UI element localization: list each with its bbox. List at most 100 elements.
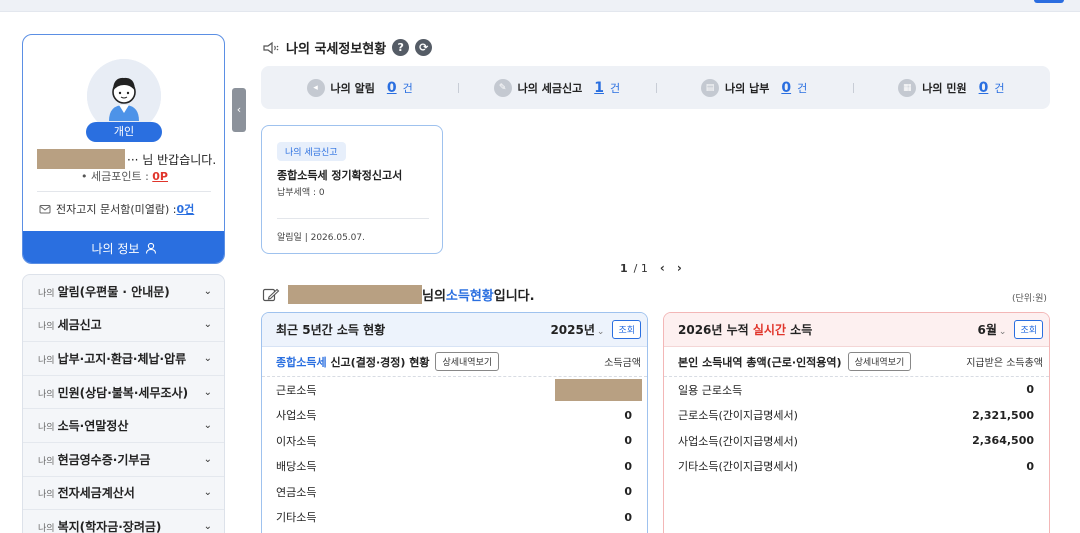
title-pre: 2026년 누적 [678, 323, 753, 337]
row-value: 0 [624, 485, 632, 499]
row-label: 기타소득 [276, 511, 317, 525]
page-total: / 1 [633, 261, 648, 275]
menu-item-income[interactable]: 나의 소득·연말정산 ⌄ [23, 409, 224, 443]
notice-card[interactable]: 나의 세금신고 종합소득세 정기확정신고서 납부세액 : 0 알림일 | 202… [261, 125, 443, 254]
query-button[interactable]: 조회 [1014, 320, 1043, 339]
tax-points: • 세금포인트 : 0P [23, 168, 224, 184]
panel-title: 최근 5년간 소득 현황 [276, 323, 386, 337]
year-select[interactable]: 2025년 ⌄ [550, 321, 604, 338]
top-strip [0, 0, 1080, 12]
row-value: 0 [1026, 459, 1034, 473]
notice-amount: 납부세액 : 0 [277, 188, 325, 198]
redacted-name [288, 285, 422, 304]
month-select[interactable]: 6월 ⌄ [978, 321, 1007, 338]
income-row: 배당소득 0 [262, 454, 647, 480]
points-label: • 세금포인트 : [80, 170, 153, 183]
chevron-down-icon: ⌄ [998, 327, 1007, 337]
sub-title-text: 본인 소득내역 총액(근로·인적용역) [678, 355, 842, 369]
points-value[interactable]: 0P [152, 170, 168, 183]
five-year-income-panel: 최근 5년간 소득 현황 2025년 ⌄ 조회 종합소득세 신고(결정·경정) 현… [261, 312, 648, 533]
income-row: 연금소득 0 [262, 479, 647, 505]
status-label: 나의 알림 [330, 81, 375, 95]
panel-header: 2026년 누적 실시간 소득 6월 ⌄ 조회 [664, 313, 1049, 347]
mail-icon [39, 205, 51, 214]
realtime-income-panel: 2026년 누적 실시간 소득 6월 ⌄ 조회 본인 소득내역 총액(근로·인적용… [663, 312, 1050, 533]
my-info-button[interactable]: 나의 정보 [23, 231, 224, 263]
sidebar-collapse-button[interactable]: ‹ [232, 88, 246, 132]
menu-label: 복지(학자금·장려금) [57, 519, 162, 533]
speaker-icon: ◂ [306, 78, 325, 97]
menu-prefix: 나의 [38, 490, 55, 501]
panel-subheader: 종합소득세 신고(결정·경정) 현황 상세내역보기 소득금액 [262, 347, 647, 377]
row-value: 0 [624, 408, 632, 422]
menu-item-tax-filing[interactable]: 나의 세금신고 ⌄ [23, 309, 224, 343]
chevron-down-icon: ⌄ [203, 285, 212, 297]
income-row: 근로소득 [262, 377, 647, 403]
row-label: 기타소득(간이지급명세서) [678, 460, 798, 474]
menu-item-welfare[interactable]: 나의 복지(학자금·장려금) ⌄ [23, 510, 224, 533]
status-item-civil-petition[interactable]: ▦ 나의 민원 0건 [852, 78, 1050, 97]
query-button[interactable]: 조회 [612, 320, 641, 339]
sub-highlight: 종합소득세 [276, 355, 327, 369]
detail-button[interactable]: 상세내역보기 [847, 352, 912, 371]
menu-label: 전자세금계산서 [57, 486, 135, 501]
edoc-inbox: 전자고지 문서함(미열람) : 0건 [39, 201, 194, 217]
menu-item-cash-receipt[interactable]: 나의 현금영수증·기부금 ⌄ [23, 443, 224, 477]
income-row: 사업소득 0 [262, 403, 647, 429]
status-label: 나의 납부 [725, 81, 770, 95]
menu-prefix: 나의 [38, 523, 55, 533]
refresh-icon[interactable]: ⟳ [415, 39, 433, 56]
status-section-title: 나의 국세정보현황 ? ⟳ [262, 38, 433, 57]
megaphone-icon [263, 41, 279, 54]
income-row: 근로소득(간이지급명세서) 2,321,500 [664, 403, 1049, 429]
divider [277, 218, 429, 219]
menu-prefix: 나의 [38, 355, 55, 366]
income-suffix-pre: 님의 [422, 289, 446, 304]
status-item-payment[interactable]: ▤ 나의 납부 0건 [655, 78, 853, 97]
income-highlight: 소득현황 [445, 289, 494, 304]
chevron-down-icon: ⌄ [596, 327, 605, 337]
menu-label: 민원(상담·불복·세무조사) [57, 385, 189, 400]
row-label: 사업소득 [276, 409, 317, 423]
edoc-count[interactable]: 0건 [176, 201, 194, 217]
status-unit: 건 [402, 81, 413, 95]
help-icon[interactable]: ? [392, 39, 410, 56]
row-label: 사업소득(간이지급명세서) [678, 434, 798, 448]
chevron-left-icon[interactable]: ‹ [660, 261, 665, 275]
column-header: 소득금액 [604, 358, 641, 369]
top-right-button[interactable] [1034, 0, 1064, 3]
income-row: 기타소득(간이지급명세서) 0 [664, 454, 1049, 480]
menu-item-civil-petition[interactable]: 나의 민원(상담·불복·세무조사) ⌄ [23, 376, 224, 410]
status-count[interactable]: 1 [594, 80, 604, 96]
menu-item-payment[interactable]: 나의 납부·고지·환급·체납·압류 ⌄ [23, 342, 224, 376]
row-label: 일용 근로소득 [678, 383, 743, 397]
person-icon [146, 242, 157, 254]
row-label: 근로소득 [276, 383, 317, 397]
status-item-tax-filing[interactable]: ✎ 나의 세금신고 1건 [458, 78, 655, 97]
income-row: 일용 근로소득 0 [664, 377, 1049, 403]
page-current: 1 [620, 261, 628, 275]
chevron-down-icon: ⌄ [203, 453, 212, 465]
side-menu: 나의 알림(우편물 · 안내문) ⌄ 나의 세금신고 ⌄ 나의 납부·고지·환급·체납·압… [22, 274, 225, 533]
row-value: 0 [624, 459, 632, 473]
chevron-right-icon[interactable]: › [677, 261, 682, 275]
personal-badge: 개인 [86, 122, 162, 142]
menu-label: 세금신고 [57, 318, 102, 333]
year-value: 2025년 [550, 323, 595, 337]
edoc-label: 전자고지 문서함(미열람) : [56, 203, 177, 216]
chevron-down-icon: ⌄ [203, 386, 212, 398]
status-count[interactable]: 0 [387, 80, 397, 96]
row-label: 배당소득 [276, 460, 317, 474]
detail-button[interactable]: 상세내역보기 [435, 352, 500, 371]
row-value: 2,364,500 [972, 434, 1034, 448]
status-count[interactable]: 0 [979, 80, 989, 96]
status-count[interactable]: 0 [781, 80, 791, 96]
menu-item-notifications[interactable]: 나의 알림(우편물 · 안내문) ⌄ [23, 275, 224, 309]
status-unit: 건 [609, 81, 621, 95]
edit-icon: ✎ [493, 78, 512, 97]
status-item-notifications[interactable]: ◂ 나의 알림 0건 [261, 78, 458, 97]
status-label: 나의 민원 [922, 81, 967, 95]
title-realtime: 실시간 [752, 323, 786, 337]
chevron-down-icon: ⌄ [203, 319, 212, 331]
menu-item-e-invoice[interactable]: 나의 전자세금계산서 ⌄ [23, 477, 224, 511]
